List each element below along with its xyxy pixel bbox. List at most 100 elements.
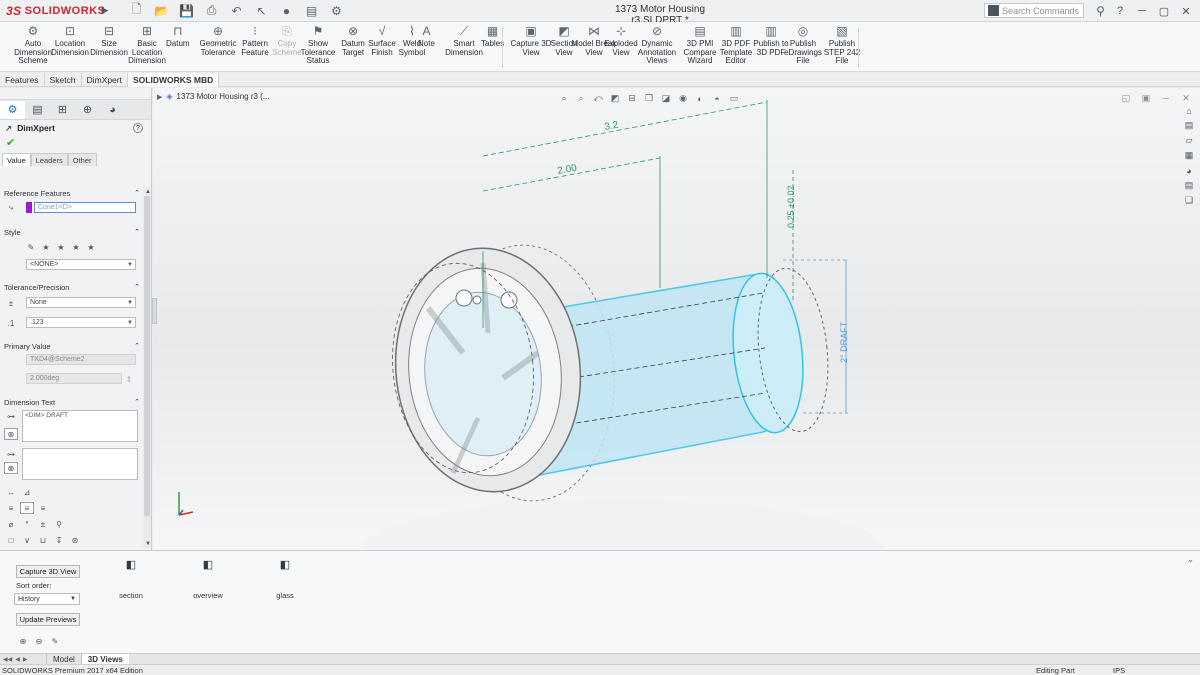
style-load-icon[interactable]: ★ [84, 241, 98, 253]
file-explorer-icon[interactable]: ▱ [1182, 134, 1196, 147]
search-scope-icon[interactable] [988, 5, 999, 16]
open-icon[interactable]: 📂 [149, 1, 174, 21]
inspection-dim-icon[interactable]: ⊿ [20, 486, 34, 498]
close-icon[interactable]: ✕ [1176, 2, 1196, 20]
subtab-other[interactable]: Other [67, 153, 97, 166]
style-save-icon[interactable]: ★ [69, 241, 83, 253]
tab-sketch[interactable]: Sketch [45, 73, 82, 87]
dim-text-above-icon[interactable]: ⊶ [4, 410, 18, 422]
style-default-icon[interactable]: ★ [39, 241, 53, 253]
draft-callout[interactable]: 2° DRAFT [839, 321, 849, 363]
property-manager-icon[interactable]: ▤ [25, 101, 50, 119]
style-add-icon[interactable]: ★ [54, 241, 68, 253]
align-center-icon[interactable]: ≡ [20, 502, 34, 514]
add-parentheses-icon[interactable]: ↔ [4, 486, 18, 498]
capture-3d-view-button[interactable]: Capture 3D View [16, 565, 80, 578]
file-properties-icon[interactable]: ▤ [299, 1, 324, 21]
ribbon-datum-button[interactable]: ⊓ Datum [166, 24, 190, 49]
ribbon-basic-location-button[interactable]: ⊞ Basic Location Dimension [124, 24, 170, 66]
countersink-symbol-icon[interactable]: ∨ [20, 534, 34, 546]
reference-features-field[interactable]: Cone1<D> [34, 202, 136, 213]
collapse-caret-icon[interactable]: ⌃ [134, 228, 140, 236]
save-icon[interactable]: 💾 [174, 1, 199, 21]
primary-value-header[interactable]: Primary Value ⌃ [2, 340, 142, 352]
options-gear-icon[interactable]: ⚙ [324, 1, 349, 21]
dimxpert-manager-icon[interactable]: ⊕ [75, 101, 100, 119]
3d-view-glass[interactable]: ◧ glass [255, 555, 315, 601]
collapse-caret-icon[interactable]: ⌃ [134, 342, 140, 350]
display-manager-icon[interactable]: ◕ [100, 101, 125, 119]
search-commands-input[interactable]: Search Commands [984, 3, 1084, 18]
print-icon[interactable]: ⎙ [199, 1, 224, 21]
new-document-icon[interactable]: 🗋 [124, 1, 149, 21]
plus-minus-symbol-icon[interactable]: ± [36, 518, 50, 530]
subtab-leaders[interactable]: Leaders [30, 153, 68, 166]
collapse-caret-icon[interactable]: ⌃ [134, 398, 140, 406]
graphics-viewport[interactable]: ▶ ◈ 1373 Motor Housing r3 (... ⌕ ⌕ ⤺ ◩ ⊟… [153, 88, 1200, 550]
panel-splitter-handle[interactable] [152, 298, 157, 324]
model-tab-model[interactable]: Model [46, 653, 81, 665]
prev-tab-icon[interactable]: ◀ [15, 656, 20, 663]
solidworks-logo[interactable]: 3S SOLIDWORKS [0, 0, 105, 22]
tab-solidworks-mbd[interactable]: SOLIDWORKS MBD [127, 73, 220, 87]
ribbon-note-button[interactable]: A Note [418, 24, 435, 49]
rebuild-icon[interactable]: ● [274, 1, 299, 21]
dimension-partial-length[interactable]: 2.00 [557, 163, 579, 177]
3d-view-section[interactable]: ◧ section [101, 555, 161, 601]
ribbon-dynamic-annotation-button[interactable]: ⊘ Dynamic Annotation Views [634, 24, 680, 66]
depth-symbol-icon[interactable]: ↧ [52, 534, 66, 546]
undo-icon[interactable]: ↶ [224, 1, 249, 21]
style-apply-icon[interactable]: ✎ [24, 241, 38, 253]
tab-dimxpert[interactable]: DimXpert [82, 73, 128, 87]
view-palette-icon[interactable]: ▦ [1182, 149, 1196, 162]
collapse-caret-icon[interactable]: ⌃ [134, 283, 140, 291]
collapse-chevron-icon[interactable]: ⌄ [1187, 555, 1194, 564]
view-add-icon[interactable]: ⊕ [16, 635, 30, 647]
minimize-icon[interactable]: ─ [1132, 2, 1152, 20]
tab-nav-arrows[interactable]: ◀◀ ◀ ▶ [0, 654, 46, 665]
help-circle-icon[interactable]: ? [133, 123, 143, 133]
ribbon-tables-button[interactable]: ▦ Tables [481, 24, 504, 49]
reference-features-header[interactable]: Reference Features ⌃ [2, 187, 142, 199]
solidworks-resources-icon[interactable]: ⌂ [1182, 104, 1196, 117]
align-left-icon[interactable]: ≡ [4, 502, 18, 514]
tolerance-type-select[interactable]: None ▼ [26, 297, 136, 308]
scrollbar-thumb[interactable] [144, 196, 150, 516]
view-delete-icon[interactable]: ⊖ [32, 635, 46, 647]
precision-select[interactable]: .123 ▼ [26, 317, 136, 328]
dim-text-xx2-icon[interactable]: ⊗ [4, 462, 18, 474]
help-icon[interactable]: ? [1110, 2, 1130, 20]
align-right-icon[interactable]: ≡ [36, 502, 50, 514]
sort-order-select[interactable]: History ▼ [14, 593, 80, 605]
next-tab-icon[interactable]: ▶ [23, 656, 28, 663]
tab-features[interactable]: Features [0, 73, 45, 87]
view-edit-icon[interactable]: ✎ [48, 635, 62, 647]
square-symbol-icon[interactable]: □ [4, 534, 18, 546]
dim-text-xx-icon[interactable]: ⊗ [4, 428, 18, 440]
first-tab-icon[interactable]: ◀◀ [3, 656, 12, 663]
dimension-overall-length[interactable]: 3.2 [604, 120, 620, 133]
dimension-text-bottom-area[interactable] [22, 448, 138, 480]
model-graphics[interactable]: 3.2 2.00 0.25 ±0.02 2° DRAFT [153, 88, 1200, 550]
diameter-symbol-icon[interactable]: ⌀ [4, 518, 18, 530]
select-icon[interactable]: ↖ [249, 1, 274, 21]
collapse-caret-icon[interactable]: ⌃ [134, 189, 140, 197]
menu-arrow-icon[interactable]: ▶ [98, 5, 112, 16]
dimension-text-header[interactable]: Dimension Text ⌃ [2, 396, 142, 408]
update-previews-button[interactable]: Update Previews [16, 613, 80, 626]
ok-check-icon[interactable]: ✔ [0, 136, 151, 150]
more-symbols-icon[interactable]: ⊛ [68, 534, 82, 546]
style-header[interactable]: Style ⌃ [2, 226, 142, 238]
restore-icon[interactable]: ▢ [1154, 2, 1174, 20]
custom-properties-icon[interactable]: ▤ [1182, 179, 1196, 192]
subtab-value[interactable]: Value [2, 153, 31, 166]
style-select[interactable]: <NONE> ▼ [26, 259, 136, 270]
panel-scrollbar[interactable] [143, 186, 151, 548]
3d-view-overview[interactable]: ◧ overview [178, 555, 238, 601]
tolerance-header[interactable]: Tolerance/Precision ⌃ [2, 281, 142, 293]
forum-icon[interactable]: ❏ [1182, 194, 1196, 207]
degree-symbol-icon[interactable]: ° [20, 518, 34, 530]
feature-manager-icon[interactable]: ⚙ [0, 100, 25, 119]
dimension-radial-tolerance[interactable]: 0.25 ±0.02 [786, 186, 796, 228]
status-units[interactable]: IPS [1113, 666, 1125, 675]
